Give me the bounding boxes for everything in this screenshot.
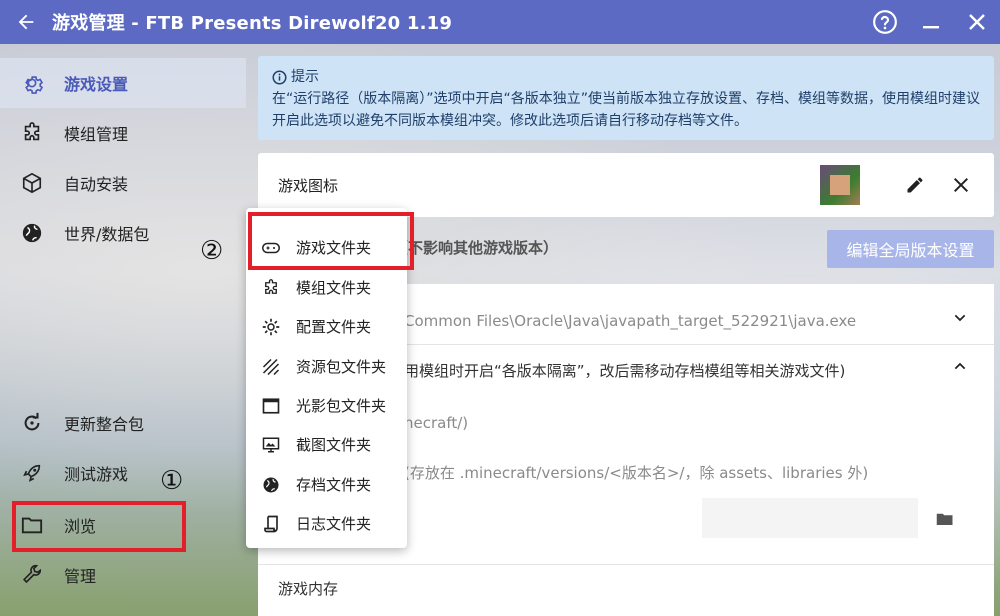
menu-item-label: 存档文件夹 <box>296 476 372 494</box>
sidebar-item-label: 自动安装 <box>64 175 129 194</box>
gear-icon <box>246 318 296 336</box>
chevron-up-icon <box>952 358 968 378</box>
scroll-icon <box>246 515 296 533</box>
option-default-label: necraft/) <box>404 414 469 432</box>
globe-icon <box>246 476 296 494</box>
close-icon <box>953 177 969 193</box>
chevron-down-icon <box>952 310 968 330</box>
window-title: 游戏管理 - FTB Presents Direwolf20 1.19 <box>52 13 453 34</box>
puzzle-icon <box>246 278 296 297</box>
custom-path-input[interactable] <box>702 498 918 538</box>
menu-item-logs-folder[interactable]: 日志文件夹 <box>246 504 407 543</box>
highlight-browse <box>12 501 186 552</box>
pencil-icon <box>907 177 923 193</box>
sidebar-item-auto-install[interactable]: 自动安装 <box>0 158 246 208</box>
menu-item-label: 截图文件夹 <box>296 436 372 454</box>
game-memory-row[interactable]: 游戏内存 <box>258 578 994 602</box>
help-button[interactable] <box>862 0 908 44</box>
menu-item-mods-folder[interactable]: 模组文件夹 <box>246 268 407 307</box>
menu-item-label: 光影包文件夹 <box>296 397 387 415</box>
tip-text: 在“运行路径（版本隔离）”选项中开启“各版本独立”使当前版本独立存放设置、存档、… <box>272 91 981 129</box>
game-icon-label: 游戏图标 <box>278 176 339 195</box>
tip-banner: 提示 在“运行路径（版本隔离）”选项中开启“各版本独立”使当前版本独立存放设置、… <box>258 56 994 140</box>
sidebar-item-mod-management[interactable]: 模组管理 <box>0 108 246 158</box>
back-button[interactable] <box>0 0 52 44</box>
menu-item-label: 模组文件夹 <box>296 279 372 297</box>
edit-global-settings-button[interactable]: 编辑全局版本设置 <box>827 230 994 268</box>
clear-icon-button[interactable] <box>948 172 974 198</box>
step-badge-1: ① <box>160 466 184 496</box>
isolation-hint: 用模组时开启“各版本隔离”，改后需移动存档模组等相关游戏文件) <box>404 362 846 380</box>
menu-item-screenshots-folder[interactable]: 截图文件夹 <box>246 425 407 464</box>
puzzle-icon <box>0 122 64 144</box>
sidebar-item-label: 模组管理 <box>64 125 129 144</box>
menu-item-label: 配置文件夹 <box>296 318 372 336</box>
menu-item-shaderpacks-folder[interactable]: 光影包文件夹 <box>246 386 407 425</box>
sidebar-item-update-modpack[interactable]: 更新整合包 <box>0 398 246 448</box>
menu-item-saves-folder[interactable]: 存档文件夹 <box>246 465 407 504</box>
sidebar-item-label: 管理 <box>64 567 97 586</box>
rocket-icon <box>0 462 64 484</box>
menu-item-label: 日志文件夹 <box>296 515 372 533</box>
help-circle-icon <box>873 10 897 34</box>
option-isolated-label: (存放在 .minecraft/versions/<版本名>/，除 assets… <box>404 464 869 482</box>
minimize-icon <box>923 26 939 29</box>
menu-item-config-folder[interactable]: 配置文件夹 <box>246 307 407 346</box>
close-button[interactable] <box>954 0 1000 44</box>
close-icon <box>969 14 985 30</box>
arrow-left-icon <box>18 14 34 30</box>
refresh-icon <box>0 412 64 434</box>
edit-icon-button[interactable] <box>902 172 928 198</box>
game-icon-preview <box>820 165 860 205</box>
highlight-game-folder <box>248 212 414 270</box>
sidebar-item-label: 世界/数据包 <box>64 225 150 244</box>
sidebar-item-label: 游戏设置 <box>64 75 129 94</box>
sidebar-item-label: 更新整合包 <box>64 415 145 434</box>
sidebar-item-label: 测试游戏 <box>64 465 129 484</box>
java-path-value: Common Files\Oracle\Java\javapath_target… <box>404 312 857 330</box>
wrench-icon <box>0 564 64 586</box>
menu-item-resourcepacks-folder[interactable]: 资源包文件夹 <box>246 347 407 386</box>
texture-icon <box>246 358 296 376</box>
title-bar: 游戏管理 - FTB Presents Direwolf20 1.19 <box>0 0 1000 44</box>
sidebar-item-test-game[interactable]: 测试游戏 <box>0 448 246 498</box>
divider <box>258 564 994 565</box>
sidebar-item-game-settings[interactable]: 游戏设置 <box>0 58 246 108</box>
step-badge-2: ② <box>200 236 224 266</box>
globe-icon <box>0 222 64 244</box>
info-icon <box>272 70 287 84</box>
monitor-icon <box>246 436 296 454</box>
cube-icon <box>0 172 64 194</box>
gear-icon <box>0 72 64 94</box>
game-memory-label: 游戏内存 <box>278 580 339 598</box>
tip-title: 提示 <box>291 69 319 85</box>
sidebar-item-manage[interactable]: 管理 <box>0 550 246 600</box>
menu-item-label: 资源包文件夹 <box>296 358 387 376</box>
folder-open-icon[interactable] <box>936 511 954 531</box>
window-icon <box>246 397 296 415</box>
minimize-button[interactable] <box>908 0 954 44</box>
